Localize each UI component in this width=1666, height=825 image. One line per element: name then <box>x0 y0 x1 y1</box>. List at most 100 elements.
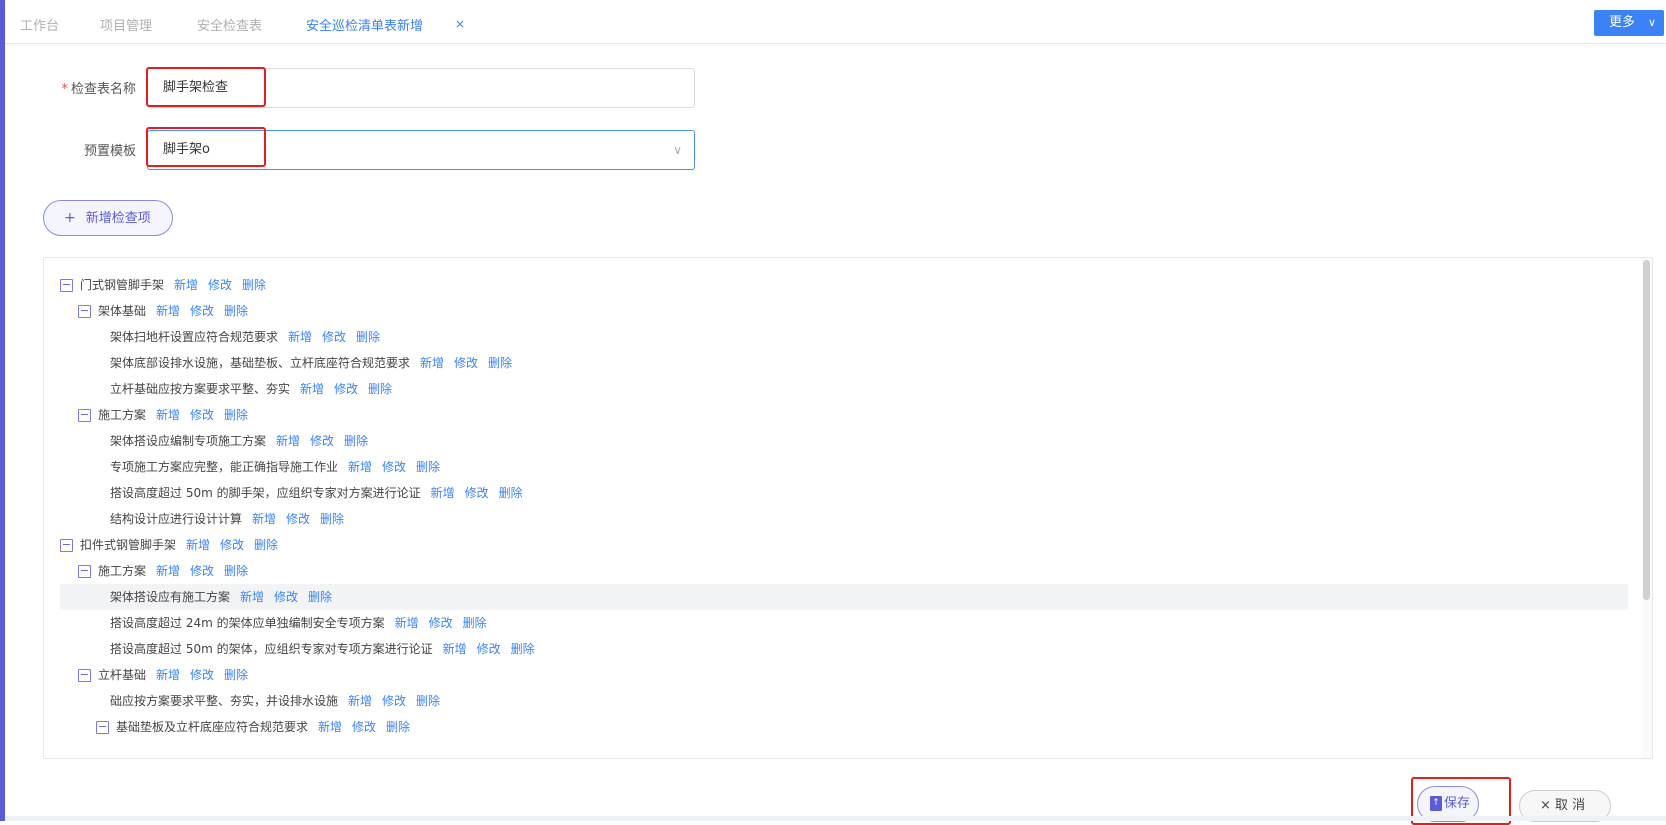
delete-link[interactable]: 删除 <box>242 278 266 292</box>
add-link[interactable]: 新增 <box>186 538 210 552</box>
edit-link[interactable]: 修改 <box>220 538 244 552</box>
edit-link[interactable]: 修改 <box>454 356 478 370</box>
edit-link[interactable]: 修改 <box>190 668 214 682</box>
add-link[interactable]: 新增 <box>252 512 276 526</box>
delete-link[interactable]: 删除 <box>356 330 380 344</box>
edit-link[interactable]: 修改 <box>274 590 298 604</box>
tab-project-management[interactable]: 项目管理 <box>100 15 152 34</box>
scrollbar-track[interactable] <box>1642 258 1652 758</box>
tree-row[interactable]: 架体搭设应编制专项施工方案 新增 修改 删除 <box>60 428 1628 454</box>
add-link[interactable]: 新增 <box>240 590 264 604</box>
edit-link[interactable]: 修改 <box>352 720 376 734</box>
add-link[interactable]: 新增 <box>156 564 180 578</box>
tree-node-label: 施工方案 <box>98 564 147 578</box>
edit-link[interactable]: 修改 <box>310 434 334 448</box>
tree-row[interactable]: 架体搭设应有施工方案 新增 修改 删除 <box>60 584 1628 610</box>
add-link[interactable]: 新增 <box>174 278 198 292</box>
delete-link[interactable]: 删除 <box>511 642 535 656</box>
delete-link[interactable]: 删除 <box>224 564 248 578</box>
edit-link[interactable]: 修改 <box>477 642 501 656</box>
collapse-icon[interactable]: − <box>96 721 109 734</box>
name-label: * 检查表名称 <box>52 78 136 97</box>
edit-link[interactable]: 修改 <box>382 694 406 708</box>
tree-row[interactable]: 结构设计应进行设计计算 新增 修改 删除 <box>60 506 1628 532</box>
delete-link[interactable]: 删除 <box>386 720 410 734</box>
tree-node-label: 立杆基础 <box>98 668 147 682</box>
scrollbar-thumb[interactable] <box>1643 260 1650 600</box>
edit-link[interactable]: 修改 <box>382 460 406 474</box>
edit-link[interactable]: 修改 <box>286 512 310 526</box>
add-link[interactable]: 新增 <box>431 486 455 500</box>
app-frame: 工作台 项目管理 安全检查表 安全巡检清单表新增 × 更多 ∨ * 检查表名称 脚… <box>0 0 1666 825</box>
tree-row[interactable]: 搭设高度超过 24m 的架体应单独编制安全专项方案 新增 修改 删除 <box>60 610 1628 636</box>
tree-row[interactable]: 立杆基础应按方案要求平整、夯实 新增 修改 删除 <box>60 376 1628 402</box>
add-check-item-button[interactable]: + 新增检查项 <box>43 200 173 236</box>
tree-node-label: 架体搭设应编制专项施工方案 <box>110 434 267 448</box>
template-label: 预置模板 <box>83 144 136 159</box>
add-link[interactable]: 新增 <box>348 694 372 708</box>
tree-row[interactable]: 架体扫地杆设置应符合规范要求 新增 修改 删除 <box>60 324 1628 350</box>
delete-link[interactable]: 删除 <box>416 460 440 474</box>
delete-link[interactable]: 删除 <box>416 694 440 708</box>
close-icon[interactable]: × <box>455 17 465 31</box>
tree-row[interactable]: − 架体基础 新增 修改 删除 <box>60 298 1628 324</box>
add-link[interactable]: 新增 <box>395 616 419 630</box>
tree-row[interactable]: − 施工方案 新增 修改 删除 <box>60 402 1628 428</box>
delete-link[interactable]: 删除 <box>344 434 368 448</box>
delete-link[interactable]: 删除 <box>320 512 344 526</box>
tab-patrol-checklist-new[interactable]: 安全巡检清单表新增 <box>306 15 423 34</box>
add-link[interactable]: 新增 <box>443 642 467 656</box>
more-button[interactable]: 更多 ∨ <box>1594 10 1664 36</box>
delete-link[interactable]: 删除 <box>254 538 278 552</box>
left-accent-bar <box>0 0 5 821</box>
tree-row[interactable]: 专项施工方案应完整，能正确指导施工作业 新增 修改 删除 <box>60 454 1628 480</box>
tree-row[interactable]: 搭设高度超过 50m 的架体，应组织专家对专项方案进行论证 新增 修改 删除 <box>60 636 1628 662</box>
edit-link[interactable]: 修改 <box>190 408 214 422</box>
edit-link[interactable]: 修改 <box>322 330 346 344</box>
add-link[interactable]: 新增 <box>318 720 342 734</box>
collapse-icon[interactable]: − <box>60 539 73 552</box>
collapse-icon[interactable]: − <box>60 279 73 292</box>
edit-link[interactable]: 修改 <box>465 486 489 500</box>
collapse-icon[interactable]: − <box>78 305 91 318</box>
delete-link[interactable]: 删除 <box>224 668 248 682</box>
tree-row[interactable]: − 扣件式钢管脚手架 新增 修改 删除 <box>60 532 1628 558</box>
add-link[interactable]: 新增 <box>156 668 180 682</box>
tab-safety-checklist[interactable]: 安全检查表 <box>197 15 262 34</box>
tree-node-label: 立杆基础应按方案要求平整、夯实 <box>110 382 291 396</box>
collapse-icon[interactable]: − <box>78 669 91 682</box>
tree-row[interactable]: − 基础垫板及立杆底座应符合规范要求 新增 修改 删除 <box>60 714 1628 740</box>
add-link[interactable]: 新增 <box>300 382 324 396</box>
tree-row[interactable]: 架体底部设排水设施，基础垫板、立杆底座符合规范要求 新增 修改 删除 <box>60 350 1628 376</box>
delete-link[interactable]: 删除 <box>308 590 332 604</box>
tree-row[interactable]: 搭设高度超过 50m 的脚手架，应组织专家对方案进行论证 新增 修改 删除 <box>60 480 1628 506</box>
edit-link[interactable]: 修改 <box>190 304 214 318</box>
delete-link[interactable]: 删除 <box>488 356 512 370</box>
edit-link[interactable]: 修改 <box>334 382 358 396</box>
delete-link[interactable]: 删除 <box>224 304 248 318</box>
delete-link[interactable]: 删除 <box>368 382 392 396</box>
tree-row[interactable]: − 立杆基础 新增 修改 删除 <box>60 662 1628 688</box>
tree-node-label: 搭设高度超过 50m 的脚手架，应组织专家对方案进行论证 <box>110 486 421 500</box>
edit-link[interactable]: 修改 <box>190 564 214 578</box>
add-link[interactable]: 新增 <box>288 330 312 344</box>
add-link[interactable]: 新增 <box>420 356 444 370</box>
add-link[interactable]: 新增 <box>348 460 372 474</box>
delete-link[interactable]: 删除 <box>463 616 487 630</box>
edit-link[interactable]: 修改 <box>429 616 453 630</box>
collapse-icon[interactable]: − <box>78 409 91 422</box>
add-link[interactable]: 新增 <box>276 434 300 448</box>
chevron-down-icon: ∨ <box>673 143 682 157</box>
highlight-box <box>146 127 266 167</box>
delete-link[interactable]: 删除 <box>499 486 523 500</box>
tab-workbench[interactable]: 工作台 <box>20 15 59 34</box>
tree-row[interactable]: 础应按方案要求平整、夯实，并设排水设施 新增 修改 删除 <box>60 688 1628 714</box>
add-link[interactable]: 新增 <box>156 304 180 318</box>
tree-row[interactable]: − 施工方案 新增 修改 删除 <box>60 558 1628 584</box>
collapse-icon[interactable]: − <box>78 565 91 578</box>
edit-link[interactable]: 修改 <box>208 278 232 292</box>
tree-row[interactable]: − 门式钢管脚手架 新增 修改 删除 <box>60 272 1628 298</box>
delete-link[interactable]: 删除 <box>224 408 248 422</box>
plus-icon: + <box>64 210 76 226</box>
add-link[interactable]: 新增 <box>156 408 180 422</box>
